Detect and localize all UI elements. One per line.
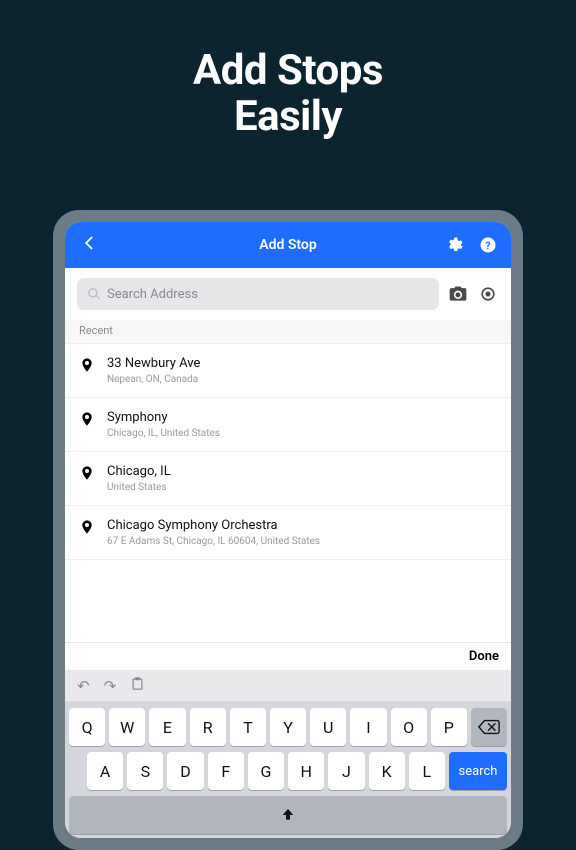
keyboard-area: Done ↶ ↷ Q W E R T Y U I O (65, 642, 511, 838)
key-e[interactable]: E (149, 708, 185, 746)
list-item-title: Symphony (107, 410, 497, 425)
keyboard-toolbar: ↶ ↷ (65, 670, 511, 702)
list-item-text: 33 Newbury Ave Nepean, ON, Canada (107, 356, 497, 385)
recent-label: Recent (65, 320, 511, 344)
list-item[interactable]: 33 Newbury Ave Nepean, ON, Canada (65, 344, 511, 398)
recent-list: 33 Newbury Ave Nepean, ON, Canada Sympho… (65, 344, 511, 642)
key-d[interactable]: D (167, 752, 203, 790)
key-w[interactable]: W (109, 708, 145, 746)
promo-line1: Add Stops (0, 48, 576, 94)
list-item[interactable]: Symphony Chicago, IL, United States (65, 398, 511, 452)
list-item[interactable]: Chicago Symphony Orchestra 67 E Adams St… (65, 506, 511, 560)
list-item-sub: Chicago, IL, United States (107, 428, 497, 439)
promo-line2: Easily (0, 94, 576, 140)
help-icon[interactable]: ? (479, 236, 497, 254)
redo-icon[interactable]: ↷ (104, 677, 117, 695)
done-button[interactable]: Done (469, 649, 499, 664)
list-item-text: Symphony Chicago, IL, United States (107, 410, 497, 439)
list-item-title: Chicago, IL (107, 464, 497, 479)
locate-icon[interactable] (477, 283, 499, 305)
search-input[interactable] (107, 287, 429, 302)
app-header: Add Stop ? (65, 222, 511, 268)
search-row (65, 268, 511, 320)
key-l[interactable]: L (409, 752, 445, 790)
key-p[interactable]: P (431, 708, 467, 746)
key-f[interactable]: F (208, 752, 244, 790)
search-icon (87, 287, 101, 301)
header-actions: ? (445, 236, 497, 254)
list-item-title: 33 Newbury Ave (107, 356, 497, 371)
promo-title: Add Stops Easily (0, 0, 576, 140)
location-pin-icon (79, 519, 95, 539)
keyboard-rows: Q W E R T Y U I O P A S (65, 702, 511, 838)
location-pin-icon (79, 411, 95, 431)
svg-text:?: ? (485, 239, 490, 252)
device-frame: Add Stop ? Recent (53, 210, 523, 850)
list-item-title: Chicago Symphony Orchestra (107, 518, 497, 533)
key-g[interactable]: G (248, 752, 284, 790)
keyboard-row-3 (69, 796, 507, 834)
gear-icon[interactable] (445, 236, 463, 254)
key-y[interactable]: Y (270, 708, 306, 746)
key-k[interactable]: K (369, 752, 405, 790)
location-pin-icon (79, 465, 95, 485)
keyboard-row-1: Q W E R T Y U I O P (69, 708, 507, 746)
key-h[interactable]: H (288, 752, 324, 790)
undo-icon[interactable]: ↶ (77, 677, 90, 695)
key-q[interactable]: Q (69, 708, 105, 746)
key-s[interactable]: S (127, 752, 163, 790)
search-key[interactable]: search (449, 752, 507, 790)
camera-icon[interactable] (447, 283, 469, 305)
key-r[interactable]: R (190, 708, 226, 746)
list-item-text: Chicago Symphony Orchestra 67 E Adams St… (107, 518, 497, 547)
key-o[interactable]: O (391, 708, 427, 746)
key-a[interactable]: A (87, 752, 123, 790)
list-item[interactable]: Chicago, IL United States (65, 452, 511, 506)
list-item-sub: United States (107, 482, 497, 493)
list-item-sub: Nepean, ON, Canada (107, 374, 497, 385)
list-item-text: Chicago, IL United States (107, 464, 497, 493)
keyboard-done-bar: Done (65, 642, 511, 670)
keyboard-row-2: A S D F G H J K L search (69, 752, 507, 790)
app-screen: Add Stop ? Recent (65, 222, 511, 838)
key-j[interactable]: J (328, 752, 364, 790)
row-pad (69, 752, 83, 790)
location-pin-icon (79, 357, 95, 377)
shift-key[interactable] (69, 796, 507, 834)
search-input-wrap[interactable] (77, 278, 439, 310)
list-item-sub: 67 E Adams St, Chicago, IL 60604, United… (107, 536, 497, 547)
key-t[interactable]: T (230, 708, 266, 746)
clipboard-icon[interactable] (130, 676, 145, 695)
backspace-key[interactable] (471, 708, 507, 746)
key-i[interactable]: I (350, 708, 386, 746)
back-button[interactable] (79, 233, 99, 258)
key-u[interactable]: U (310, 708, 346, 746)
